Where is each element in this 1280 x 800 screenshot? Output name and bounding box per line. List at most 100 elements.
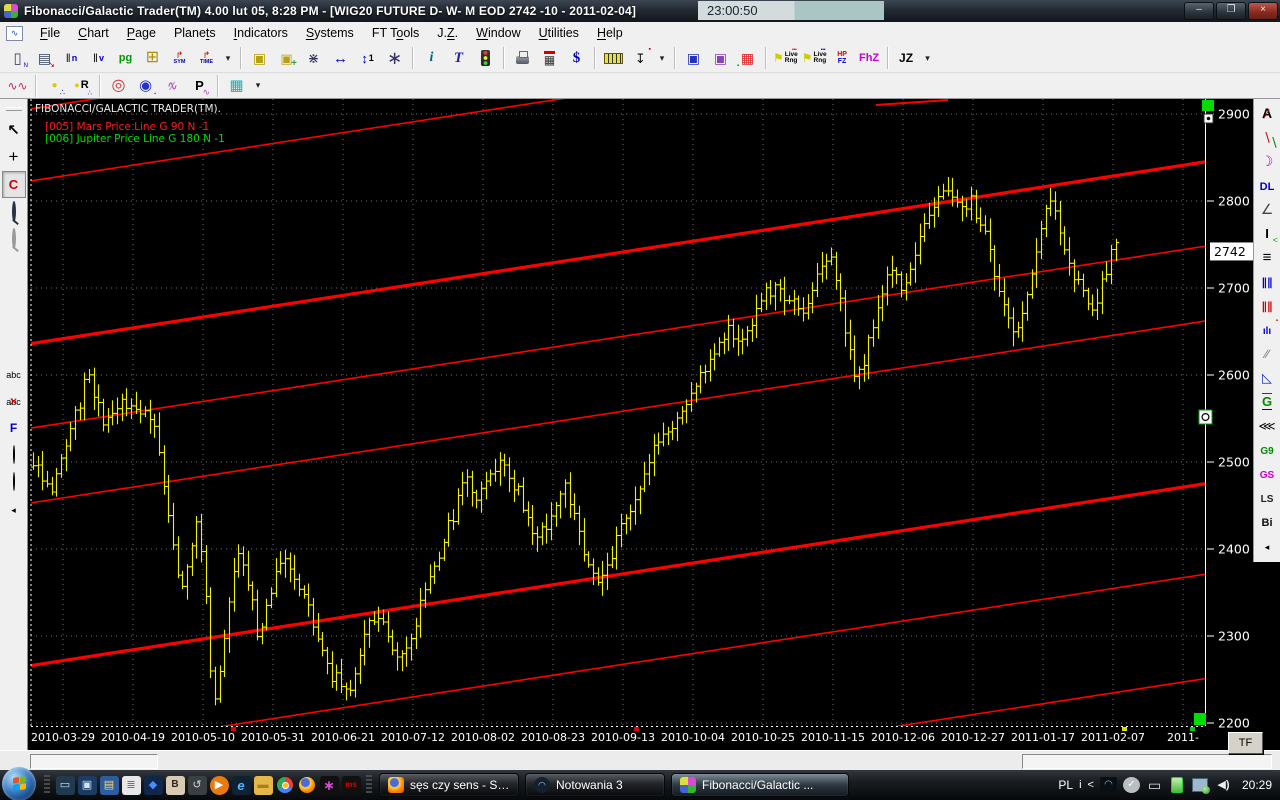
expand-bars-icon[interactable]: ↔ [328, 45, 353, 71]
c-tool[interactable]: C [2, 171, 26, 198]
gs-tool[interactable]: GS [1255, 462, 1279, 486]
intraday-v-icon[interactable]: ǁv [86, 45, 111, 71]
page-button[interactable]: pg [113, 45, 138, 71]
task-notowania[interactable]: ◠Notowania 3 [525, 773, 665, 797]
quicklaunch-app-ms-icon[interactable]: ms [342, 776, 361, 795]
dl-tool[interactable]: DL [1255, 174, 1279, 198]
fan-tool[interactable]: ⋘ [1255, 414, 1279, 438]
close-button[interactable]: × [1248, 2, 1278, 20]
quicklaunch-show-desktop-icon[interactable]: ▭ [56, 776, 75, 795]
window-pair-icon[interactable]: ▣ [681, 45, 706, 71]
scroll-marker-top[interactable] [1202, 100, 1214, 111]
pen-green-tool[interactable] [2, 252, 26, 279]
quicklaunch-explorer-icon[interactable]: ▤ [100, 776, 119, 795]
quicklaunch-folder-icon[interactable]: ▬ [254, 776, 273, 795]
i-lines-tool[interactable]: I< [1255, 222, 1279, 246]
annotation-a-tool[interactable]: A∕ [1255, 102, 1279, 126]
zoom-doc-disabled[interactable] [2, 225, 26, 252]
gann-g-tool[interactable]: G [1255, 390, 1279, 414]
compress-bars-icon[interactable]: ⋇ [301, 45, 326, 71]
sym-scale-button[interactable]: ↱SYM [167, 45, 192, 71]
add-window-icon[interactable]: ▣+ [274, 45, 299, 71]
ellipse-tool[interactable] [2, 441, 26, 468]
restore-button[interactable]: ❐ [1216, 2, 1246, 20]
target-circles-icon[interactable]: ◎ [106, 73, 131, 99]
tray-collapse-arrow[interactable]: < [1088, 780, 1094, 791]
jz-button[interactable]: JZ [894, 45, 919, 71]
menu-page[interactable]: Page [118, 24, 165, 42]
asterisk-icon[interactable]: ∗ [382, 45, 407, 71]
wave-tool-icon[interactable]: ∿∿ [5, 73, 30, 99]
timeframe-button[interactable]: TF [1228, 732, 1263, 754]
quicklaunch-app-blue-icon[interactable]: ◆ [144, 776, 163, 795]
ruler-icon[interactable] [601, 45, 626, 71]
dollar-icon[interactable]: $ [564, 45, 589, 71]
quicklaunch-window-switcher-icon[interactable]: ▣ [78, 776, 97, 795]
crosshair-tool[interactable]: + [2, 144, 26, 171]
tray-power-icon[interactable] [1169, 777, 1186, 793]
menu-planets[interactable]: Planets [165, 24, 225, 42]
scroll-left-mini[interactable]: ◂ [2, 495, 26, 522]
menu-utilities[interactable]: Utilities [530, 24, 588, 42]
traffic-light-icon[interactable] [473, 45, 498, 71]
menu-fttools[interactable]: FT Tools [363, 24, 428, 42]
mini-chart-tool[interactable]: ılı▪ [1255, 318, 1279, 342]
arc-tool[interactable]: ☽ [1255, 150, 1279, 174]
g9-tool[interactable]: G9 [1255, 438, 1279, 462]
chart-canvas[interactable]: 2900280027002600250024002300220027422010… [28, 99, 1253, 750]
zoom-doc-tool[interactable] [2, 198, 26, 225]
live-range-red-button[interactable]: ⚑Live Rng┅ [772, 45, 799, 71]
window-grid-icon[interactable]: ⊞ [140, 45, 165, 71]
toolbar-grip[interactable] [6, 107, 22, 111]
quicklaunch-media-player-icon[interactable]: ▶ [210, 776, 229, 795]
p-wave-icon[interactable]: P∿ [187, 73, 212, 99]
planet-circle-icon[interactable]: ◉▪ [133, 73, 158, 99]
tray-display-icon[interactable]: ▭ [1146, 777, 1163, 793]
dropdown-arrow[interactable]: ▾ [921, 45, 935, 71]
dropdown-arrow[interactable]: ▾ [251, 73, 265, 99]
info-pointer-icon[interactable]: i [419, 45, 444, 71]
quicklaunch-firefox-icon[interactable] [298, 776, 317, 795]
pointer-tool[interactable]: ↖ [2, 117, 26, 144]
language-indicator[interactable]: PL [1058, 779, 1073, 791]
tray-volume-icon[interactable]: ◀) [1215, 777, 1232, 793]
live-range-blue-button[interactable]: ⚑Live Rng┅ [801, 45, 828, 71]
quicklaunch-internet-explorer-icon[interactable]: e [232, 776, 251, 795]
dropdown-arrow[interactable]: ▾ [221, 45, 235, 71]
quicklaunch-notepad-icon[interactable]: ≣ [122, 776, 141, 795]
calendar-icon[interactable]: ▦ [537, 45, 562, 71]
pen-blue2-tool[interactable] [2, 306, 26, 333]
vlines-red-tool[interactable]: ∥∥ [1255, 294, 1279, 318]
planet-dots-icon[interactable]: ●∴ [42, 73, 67, 99]
data-grid-icon[interactable]: ▦ [224, 73, 249, 99]
quicklaunch-app-b-icon[interactable]: B [166, 776, 185, 795]
tray-info-icon[interactable]: i [1079, 780, 1081, 791]
tray-network-icon[interactable] [1192, 777, 1209, 793]
quicklaunch-recycle-bin-icon[interactable]: ↺ [188, 776, 207, 795]
arrange-page-icon[interactable]: ▤↘ [32, 45, 57, 71]
menu-chart[interactable]: Chart [69, 24, 118, 42]
menu-indicators[interactable]: Indicators [225, 24, 297, 42]
quicklaunch-chrome-icon[interactable] [276, 776, 295, 795]
red-grid-icon[interactable]: ▦▪ [735, 45, 760, 71]
wave-line-icon[interactable]: ∿∕ [160, 73, 185, 99]
tray-sync-check-icon[interactable]: ✓ [1123, 777, 1140, 793]
quicklaunch-grip[interactable] [44, 775, 50, 795]
taskbar-clock[interactable]: 20:29 [1242, 779, 1272, 791]
cascade-windows-icon[interactable]: ▣ [247, 45, 272, 71]
task-fibonacci[interactable]: Fibonacci/Galactic ... [671, 773, 849, 797]
taskband-grip[interactable] [366, 775, 372, 795]
menu-systems[interactable]: Systems [297, 24, 363, 42]
intraday-n-icon[interactable]: ǁn [59, 45, 84, 71]
mdi-child-icon[interactable]: ∿ [6, 26, 23, 41]
window-pair-alt-icon[interactable]: ▣ [708, 45, 733, 71]
hlines-tool[interactable]: ≡ [1255, 246, 1279, 270]
print-icon[interactable] [510, 45, 535, 71]
menu-window[interactable]: Window [467, 24, 529, 42]
pen-blue-tool[interactable] [2, 279, 26, 306]
menu-file[interactable]: File [31, 24, 69, 42]
tray-app-dark-icon[interactable]: ◠ [1100, 777, 1117, 793]
bi-tool[interactable]: Bi [1255, 510, 1279, 534]
parallel-tool[interactable]: ∕∕ [1255, 342, 1279, 366]
scroll-marker-bottom[interactable] [1194, 713, 1206, 725]
